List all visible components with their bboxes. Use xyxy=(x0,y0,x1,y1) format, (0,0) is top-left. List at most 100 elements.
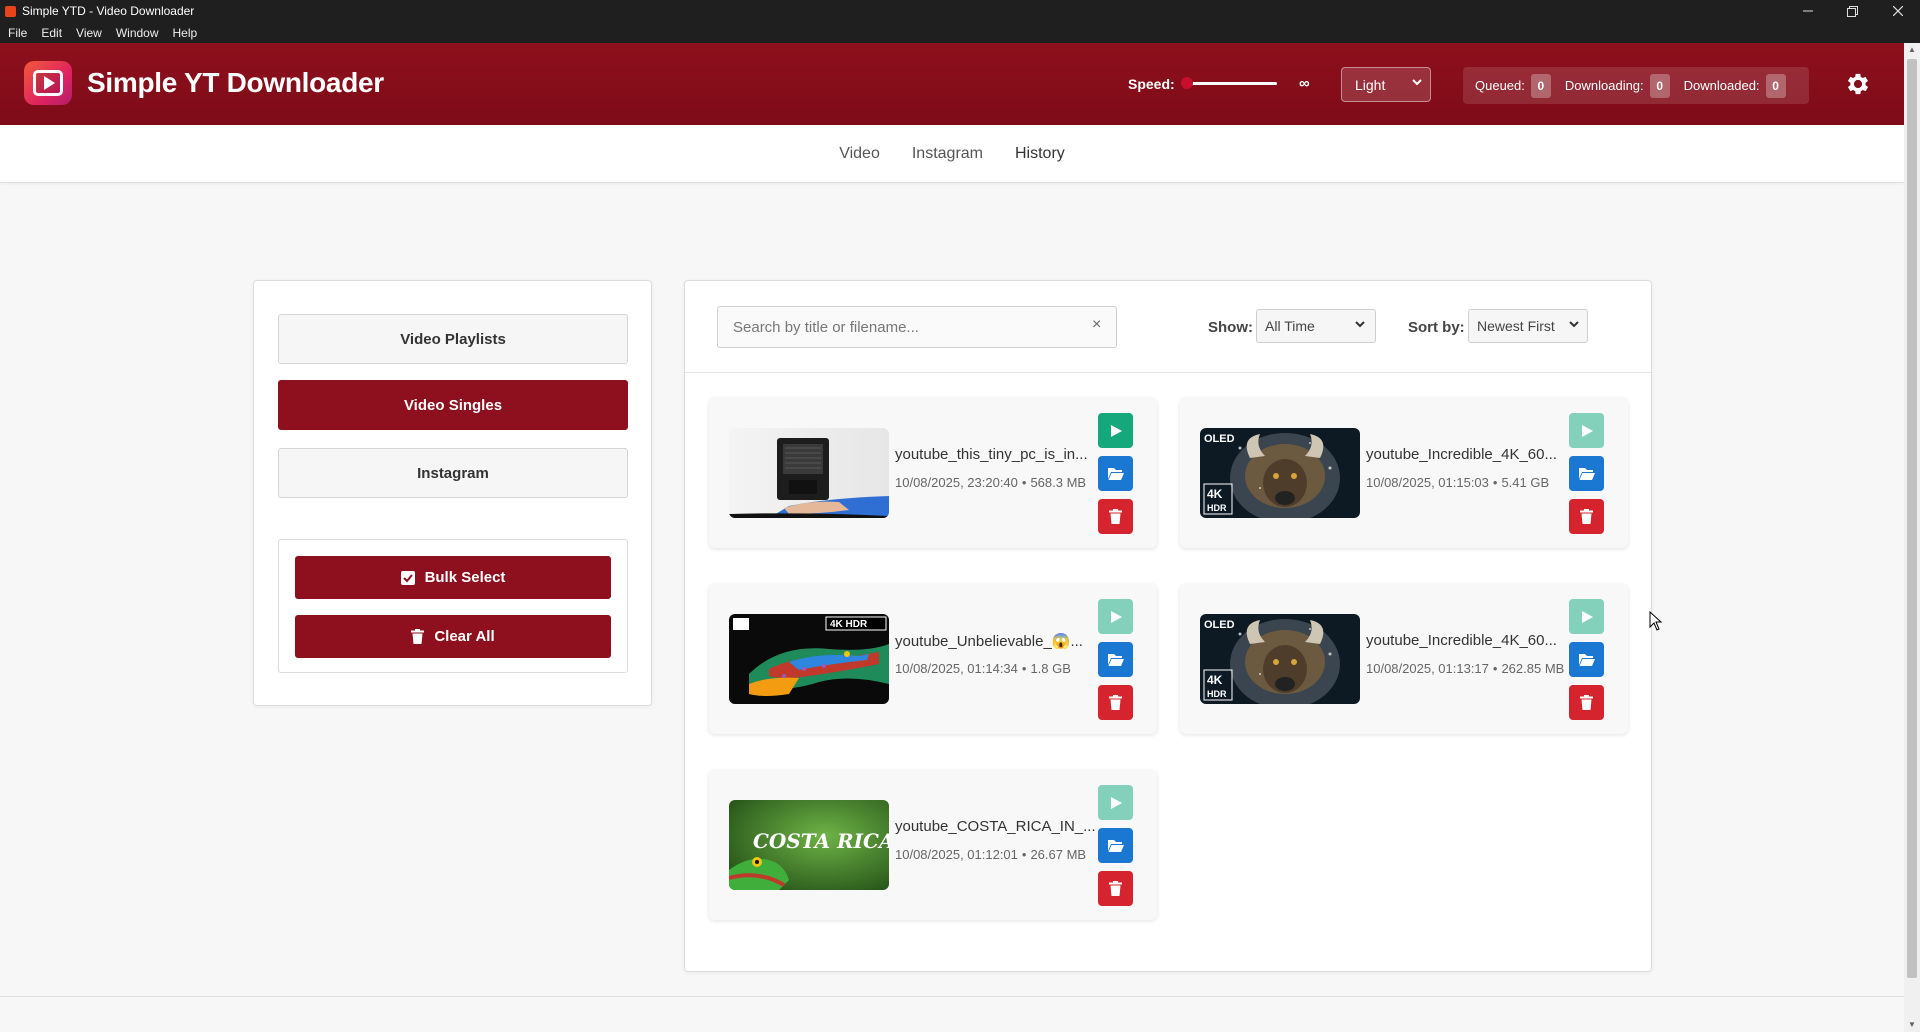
open-folder-button[interactable] xyxy=(1098,828,1133,863)
main-tabs: Video Instagram History xyxy=(0,125,1904,183)
menu-view[interactable]: View xyxy=(74,26,109,40)
footer-divider xyxy=(0,996,1904,997)
history-card: 4K HDR youtube_Unbelievable_😱... 10/08/2… xyxy=(709,584,1157,734)
speed-slider-thumb[interactable] xyxy=(1181,77,1193,89)
thumb-text-hdr: HDR xyxy=(1207,689,1227,699)
scroll-up-icon[interactable]: ▲ xyxy=(1904,43,1920,57)
gear-icon xyxy=(1847,73,1869,95)
speed-slider-track xyxy=(1187,82,1277,85)
tab-instagram[interactable]: Instagram xyxy=(912,139,983,169)
video-title: youtube_COSTA_RICA_IN_... xyxy=(895,818,1096,835)
menu-window[interactable]: Window xyxy=(114,26,166,40)
theme-select[interactable]: Light xyxy=(1341,67,1431,102)
app-header: Simple YT Downloader Speed: ∞ Light Queu… xyxy=(0,43,1904,125)
trash-icon xyxy=(1109,509,1122,524)
play-button[interactable] xyxy=(1569,413,1604,448)
history-panel: × Show: All Time Sort by: Newest First xyxy=(684,280,1652,972)
play-button[interactable] xyxy=(1569,599,1604,634)
clear-all-button[interactable]: Clear All xyxy=(295,615,611,658)
video-title: youtube_this_tiny_pc_is_in... xyxy=(895,446,1088,463)
play-icon xyxy=(1110,424,1122,437)
search-input[interactable] xyxy=(717,306,1117,348)
minimize-icon xyxy=(1802,10,1813,12)
bulk-select-button[interactable]: Bulk Select xyxy=(295,556,611,599)
video-size: 26.67 MB xyxy=(1030,847,1087,862)
play-icon xyxy=(1110,610,1122,623)
tab-history[interactable]: History xyxy=(1015,139,1065,169)
video-title: youtube_Incredible_4K_60... xyxy=(1366,632,1557,649)
delete-button[interactable] xyxy=(1569,685,1604,720)
history-card: youtube_this_tiny_pc_is_in... 10/08/2025… xyxy=(709,398,1157,548)
tab-video[interactable]: Video xyxy=(839,139,880,169)
video-date: 10/08/2025, 01:15:03 xyxy=(1366,475,1489,490)
delete-button[interactable] xyxy=(1098,685,1133,720)
scroll-down-icon[interactable]: ▼ xyxy=(1904,1018,1920,1032)
play-icon xyxy=(1581,610,1593,623)
minimize-button[interactable] xyxy=(1785,0,1830,22)
play-button[interactable] xyxy=(1098,599,1133,634)
close-icon xyxy=(1892,6,1903,16)
menu-file[interactable]: File xyxy=(6,26,34,40)
open-folder-button[interactable] xyxy=(1569,456,1604,491)
play-button[interactable] xyxy=(1098,785,1133,820)
sort-select[interactable]: Newest First xyxy=(1468,309,1588,343)
video-singles-button[interactable]: Video Singles xyxy=(278,380,628,430)
page-scrollbar[interactable]: ▲ ▼ xyxy=(1904,43,1920,1032)
video-size: 5.41 GB xyxy=(1501,475,1550,490)
video-size: 568.3 MB xyxy=(1030,475,1087,490)
show-filter-select[interactable]: All Time xyxy=(1256,309,1376,343)
open-folder-button[interactable] xyxy=(1569,642,1604,677)
history-card: COSTA RICA youtube_COSTA_RICA_IN_... 10/… xyxy=(709,770,1157,920)
open-folder-button[interactable] xyxy=(1098,456,1133,491)
scrollbar-thumb[interactable] xyxy=(1907,59,1917,978)
video-thumbnail xyxy=(729,428,889,518)
delete-button[interactable] xyxy=(1098,499,1133,534)
video-meta: 10/08/2025, 23:20:40 • 568.3 MB xyxy=(895,475,1087,490)
video-meta: 10/08/2025, 01:15:03 • 5.41 GB xyxy=(1366,475,1550,490)
video-meta: 10/08/2025, 01:13:17 • 262.85 MB xyxy=(1366,661,1565,676)
downloaded-label: Downloaded: xyxy=(1683,78,1760,93)
speed-label: Speed: xyxy=(1128,76,1175,92)
open-folder-button[interactable] xyxy=(1098,642,1133,677)
trash-icon xyxy=(411,629,425,644)
settings-button[interactable] xyxy=(1844,70,1872,98)
maximize-button[interactable] xyxy=(1830,0,1875,22)
thumb-text-oled: OLED xyxy=(1204,433,1235,445)
video-size: 1.8 GB xyxy=(1030,661,1071,676)
folder-icon xyxy=(1107,654,1124,666)
video-thumbnail: COSTA RICA xyxy=(729,800,889,890)
queued-counter: Queued: 0 xyxy=(1475,73,1551,98)
delete-button[interactable] xyxy=(1569,499,1604,534)
close-window-button[interactable] xyxy=(1875,0,1920,22)
menu-edit[interactable]: Edit xyxy=(39,26,69,40)
video-meta: 10/08/2025, 01:14:34 • 1.8 GB xyxy=(895,661,1071,676)
logo-play-icon xyxy=(33,70,63,96)
bulk-actions-box: Bulk Select Clear All xyxy=(278,539,628,673)
thumb-text-4k: 4K xyxy=(1207,673,1223,687)
thumb-text-costa-rica: COSTA RICA xyxy=(753,829,889,853)
video-date: 10/08/2025, 01:13:17 xyxy=(1366,661,1489,676)
delete-button[interactable] xyxy=(1098,871,1133,906)
downloading-counter: Downloading: 0 xyxy=(1564,73,1670,98)
instagram-button[interactable]: Instagram xyxy=(278,448,628,498)
speed-slider[interactable] xyxy=(1181,77,1277,89)
chevron-down-icon xyxy=(1412,77,1422,90)
video-playlists-button[interactable]: Video Playlists xyxy=(278,314,628,364)
video-date: 10/08/2025, 01:14:34 xyxy=(895,661,1018,676)
title-bar: Simple YTD - Video Downloader xyxy=(0,0,1920,22)
search-clear-icon[interactable]: × xyxy=(1092,316,1101,334)
downloading-label: Downloading: xyxy=(1564,78,1644,93)
video-meta: 10/08/2025, 01:12:01 • 26.67 MB xyxy=(895,847,1087,862)
downloading-count: 0 xyxy=(1649,73,1670,98)
download-counters: Queued: 0 Downloading: 0 Downloaded: 0 xyxy=(1463,67,1809,104)
play-icon xyxy=(1110,796,1122,809)
menu-bar: File Edit View Window Help xyxy=(0,22,1920,43)
window-title: Simple YTD - Video Downloader xyxy=(22,4,195,18)
downloaded-count: 0 xyxy=(1765,73,1786,98)
play-button[interactable] xyxy=(1098,413,1133,448)
video-date: 10/08/2025, 23:20:40 xyxy=(895,475,1018,490)
app-logo xyxy=(24,61,72,105)
play-icon xyxy=(1581,424,1593,437)
thumb-text-hdr: HDR xyxy=(1207,503,1227,513)
menu-help[interactable]: Help xyxy=(171,26,205,40)
